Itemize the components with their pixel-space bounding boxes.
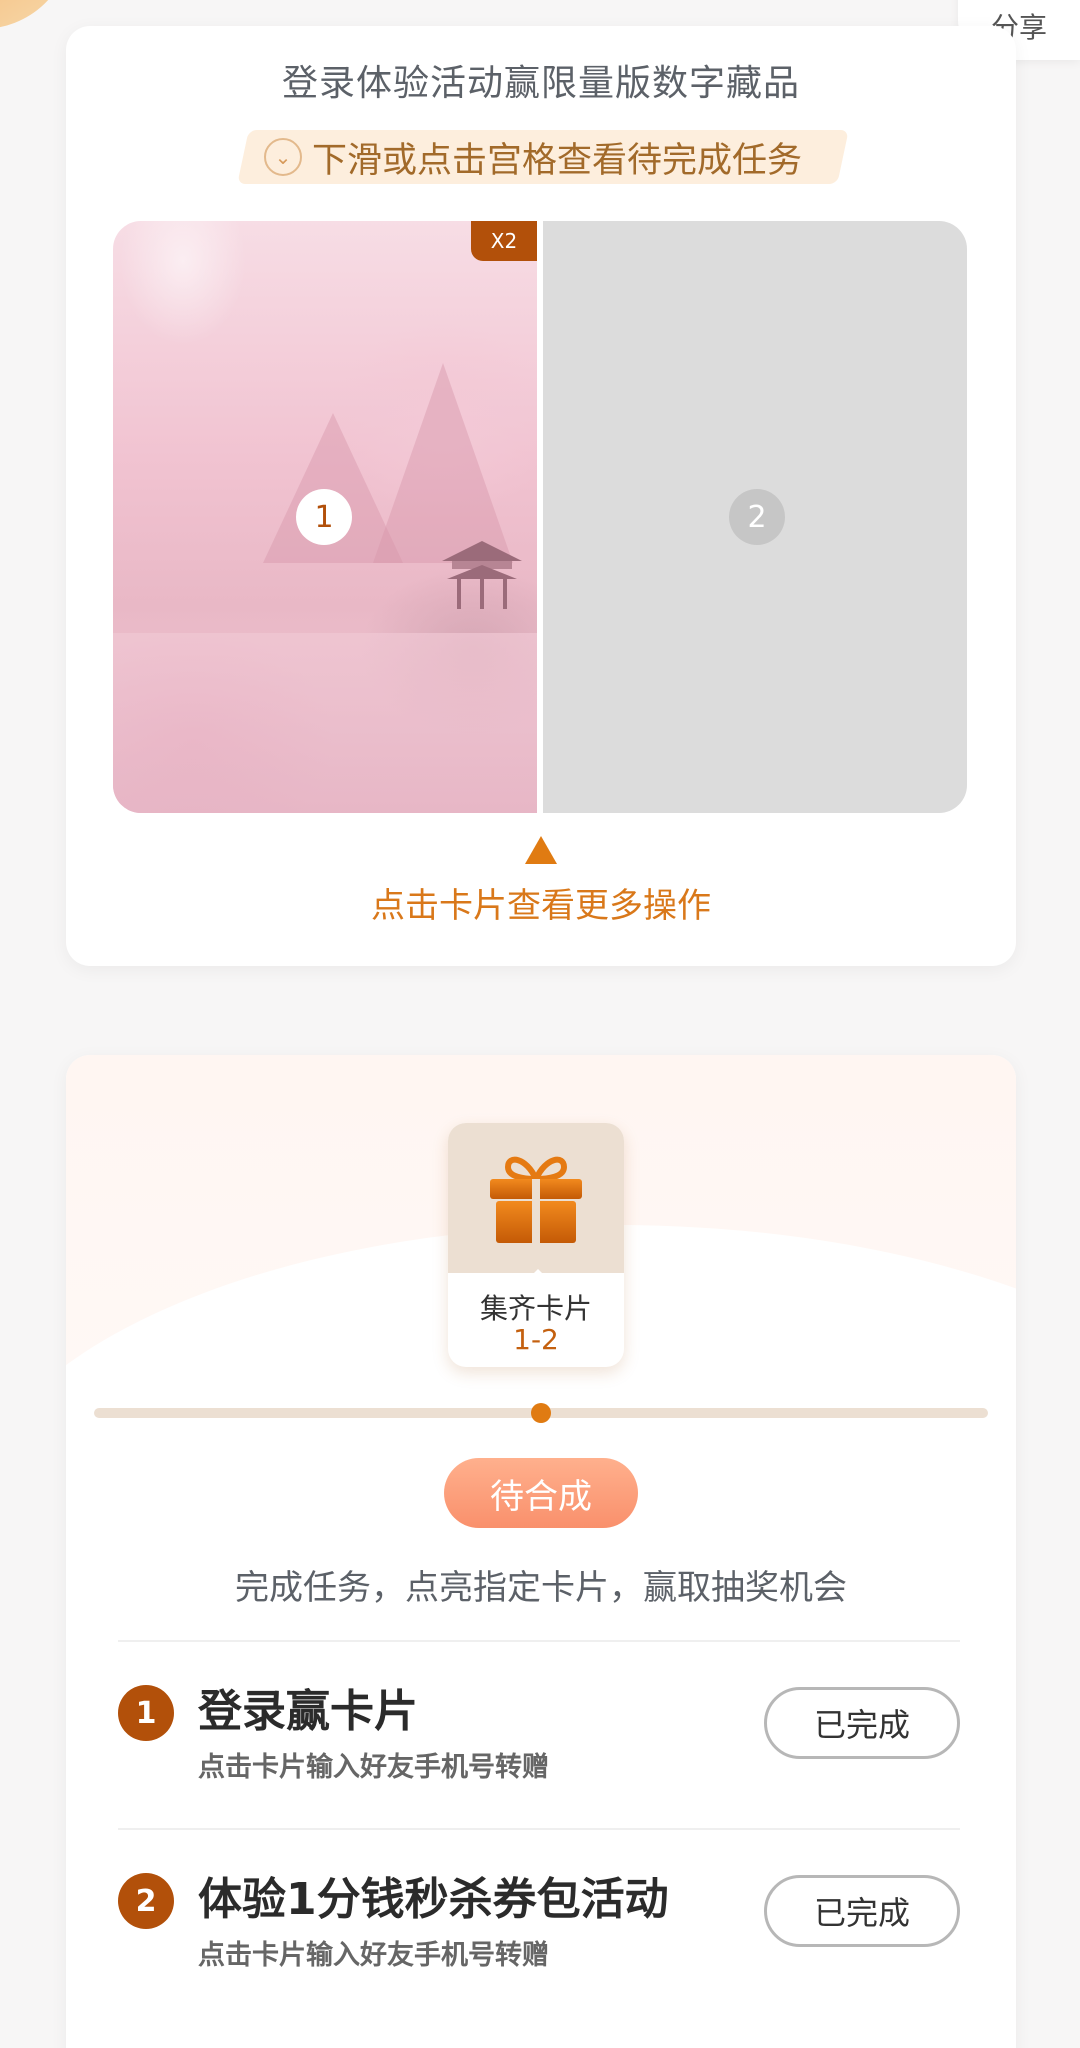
task-number: 1 [118,1685,174,1741]
divider [118,1640,960,1642]
task-status-button[interactable]: 已完成 [764,1687,960,1759]
reward-label: 集齐卡片 [479,1292,592,1325]
reward-milestone[interactable]: 集齐卡片 1-2 [448,1123,624,1367]
gift-icon [490,1156,582,1243]
scroll-hint[interactable]: ⌄ 下滑或点击宫格查看待完成任务 [264,130,802,184]
task-subtitle: 点击卡片输入好友手机号转赠 [198,1940,549,1971]
progress-track [94,1403,988,1423]
task-subtitle: 点击卡片输入好友手机号转赠 [198,1752,549,1783]
page: 分享 登录体验活动赢限量版数字藏品 ⌄ 下滑或点击宫格查看待完成任务 X2 1 … [0,0,1080,2048]
reward-pointer [526,1269,550,1281]
activity-title: 登录体验活动赢限量版数字藏品 [281,63,800,104]
pavilion-icon [442,541,522,609]
task-number: 2 [118,1873,174,1929]
scroll-hint-text: 下滑或点击宫格查看待完成任务 [312,140,803,181]
double-chevron-down-icon: ⌄ [264,138,302,176]
cell-number-2: 2 [729,489,785,545]
cell-number-1: 1 [296,489,352,545]
task-intro: 完成任务，点亮指定卡片，赢取抽奖机会 [235,1568,847,1608]
collection-card: 登录体验活动赢限量版数字藏品 ⌄ 下滑或点击宫格查看待完成任务 X2 1 2 点… [66,26,1016,966]
task-item: 1 登录赢卡片 点击卡片输入好友手机号转赠 已完成 [118,1667,960,1787]
card-grid: X2 1 2 [113,221,967,813]
divider [118,1828,960,1830]
arrow-up-icon [525,836,557,864]
task-title: 体验1分钱秒杀券包活动 [198,1874,669,1925]
tap-card-hint: 点击卡片查看更多操作 [371,886,711,926]
status-button[interactable]: 待合成 [444,1458,638,1528]
multiplier-badge: X2 [471,221,537,261]
task-card: 集齐卡片 1-2 待合成 完成任务，点亮指定卡片，赢取抽奖机会 1 登录赢卡片 … [66,1055,1016,2048]
grid-cell-1[interactable]: X2 1 [113,221,537,813]
task-status-button[interactable]: 已完成 [764,1875,960,1947]
grid-cell-2[interactable]: 2 [543,221,967,813]
task-item: 2 体验1分钱秒杀券包活动 点击卡片输入好友手机号转赠 已完成 [118,1855,960,1975]
lake-shape [113,633,537,813]
progress-marker [531,1403,551,1423]
reward-range: 1-2 [513,1323,559,1356]
task-title: 登录赢卡片 [198,1686,418,1737]
